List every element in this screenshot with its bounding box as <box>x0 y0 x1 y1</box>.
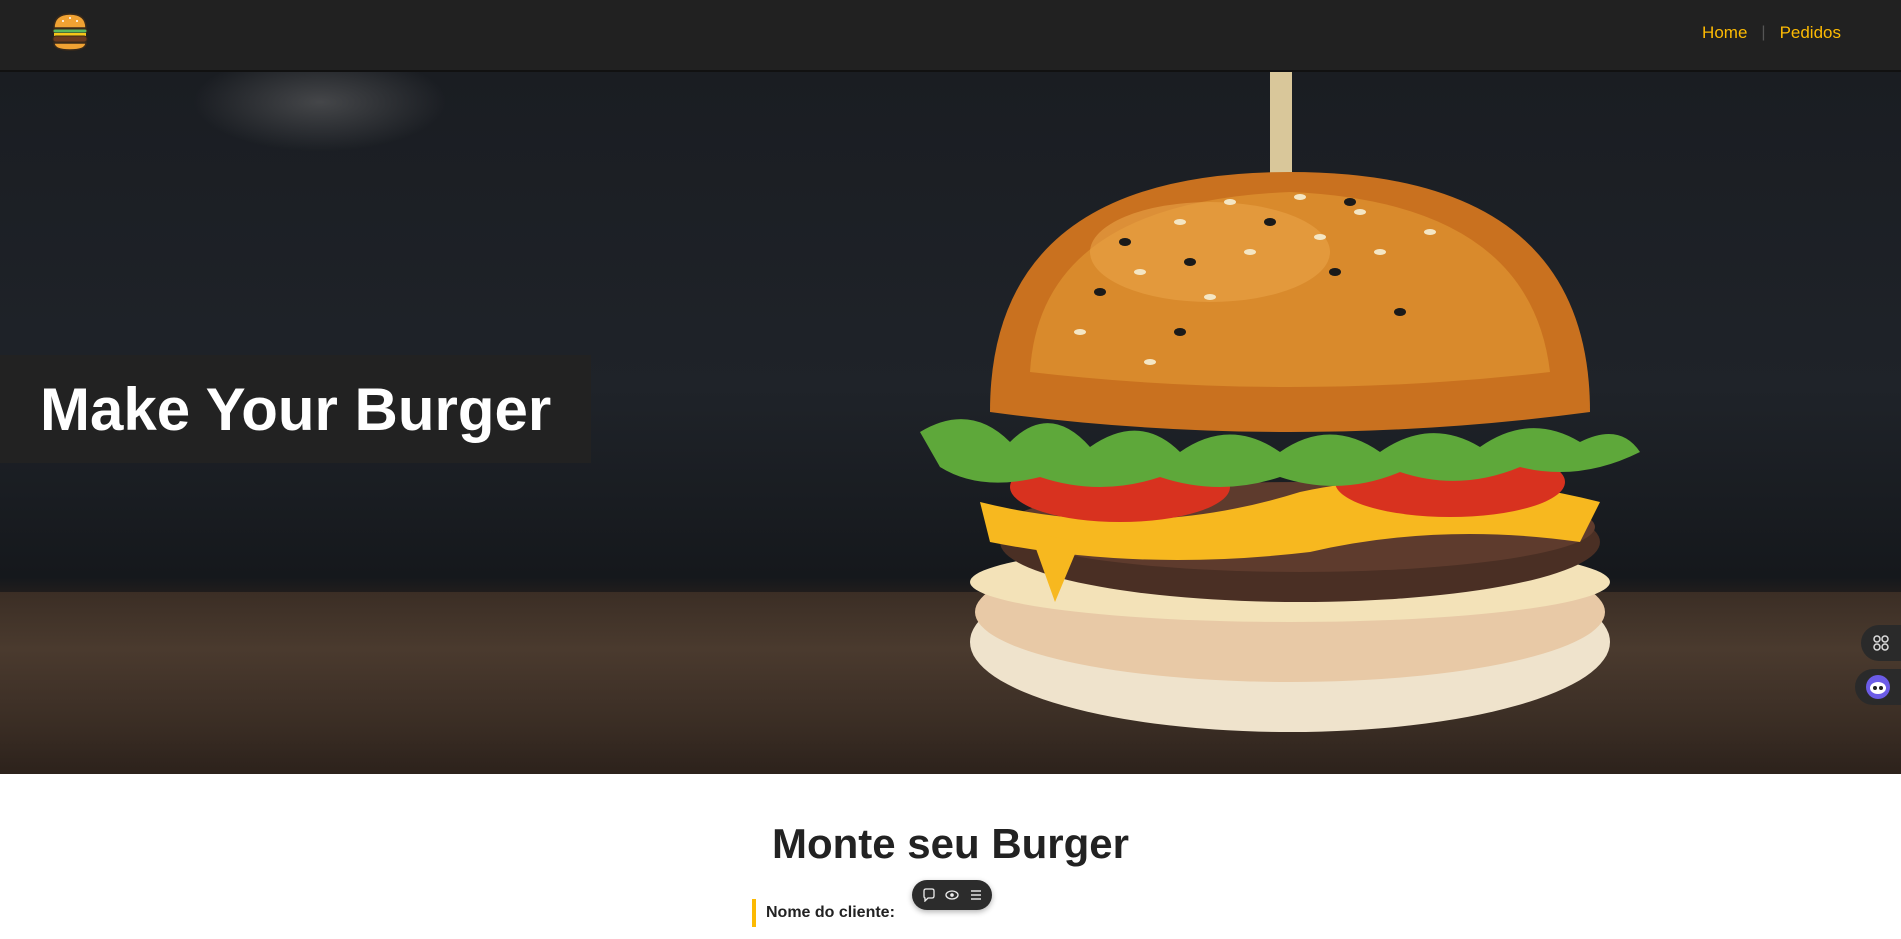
nav-separator: | <box>1761 24 1766 41</box>
customer-name-label-wrap: Nome do cliente: <box>752 899 895 927</box>
customer-name-label: Nome do cliente: <box>766 904 895 921</box>
floating-toolbar <box>912 880 992 910</box>
side-bot-button[interactable] <box>1855 669 1901 705</box>
navbar: Home | Pedidos <box>0 0 1901 72</box>
hero-banner: Make Your Burger <box>0 72 1901 774</box>
comment-icon[interactable] <box>922 888 936 902</box>
nav-link-pedidos[interactable]: Pedidos <box>1780 23 1841 43</box>
burger-photo <box>920 72 1640 732</box>
page-heading: Monte seu Burger <box>771 820 1130 867</box>
hero-title: Make Your Burger <box>40 375 552 443</box>
menu-icon[interactable] <box>969 888 983 902</box>
nav-links: Home | Pedidos <box>1702 0 1841 66</box>
hero-title-box: Make Your Burger <box>0 355 591 463</box>
burger-logo-icon[interactable] <box>50 10 90 54</box>
bot-icon <box>1866 675 1890 699</box>
nav-link-home[interactable]: Home <box>1702 23 1747 43</box>
grid-icon <box>1873 635 1889 651</box>
eye-icon[interactable] <box>945 888 959 902</box>
side-grid-button[interactable] <box>1861 625 1901 661</box>
